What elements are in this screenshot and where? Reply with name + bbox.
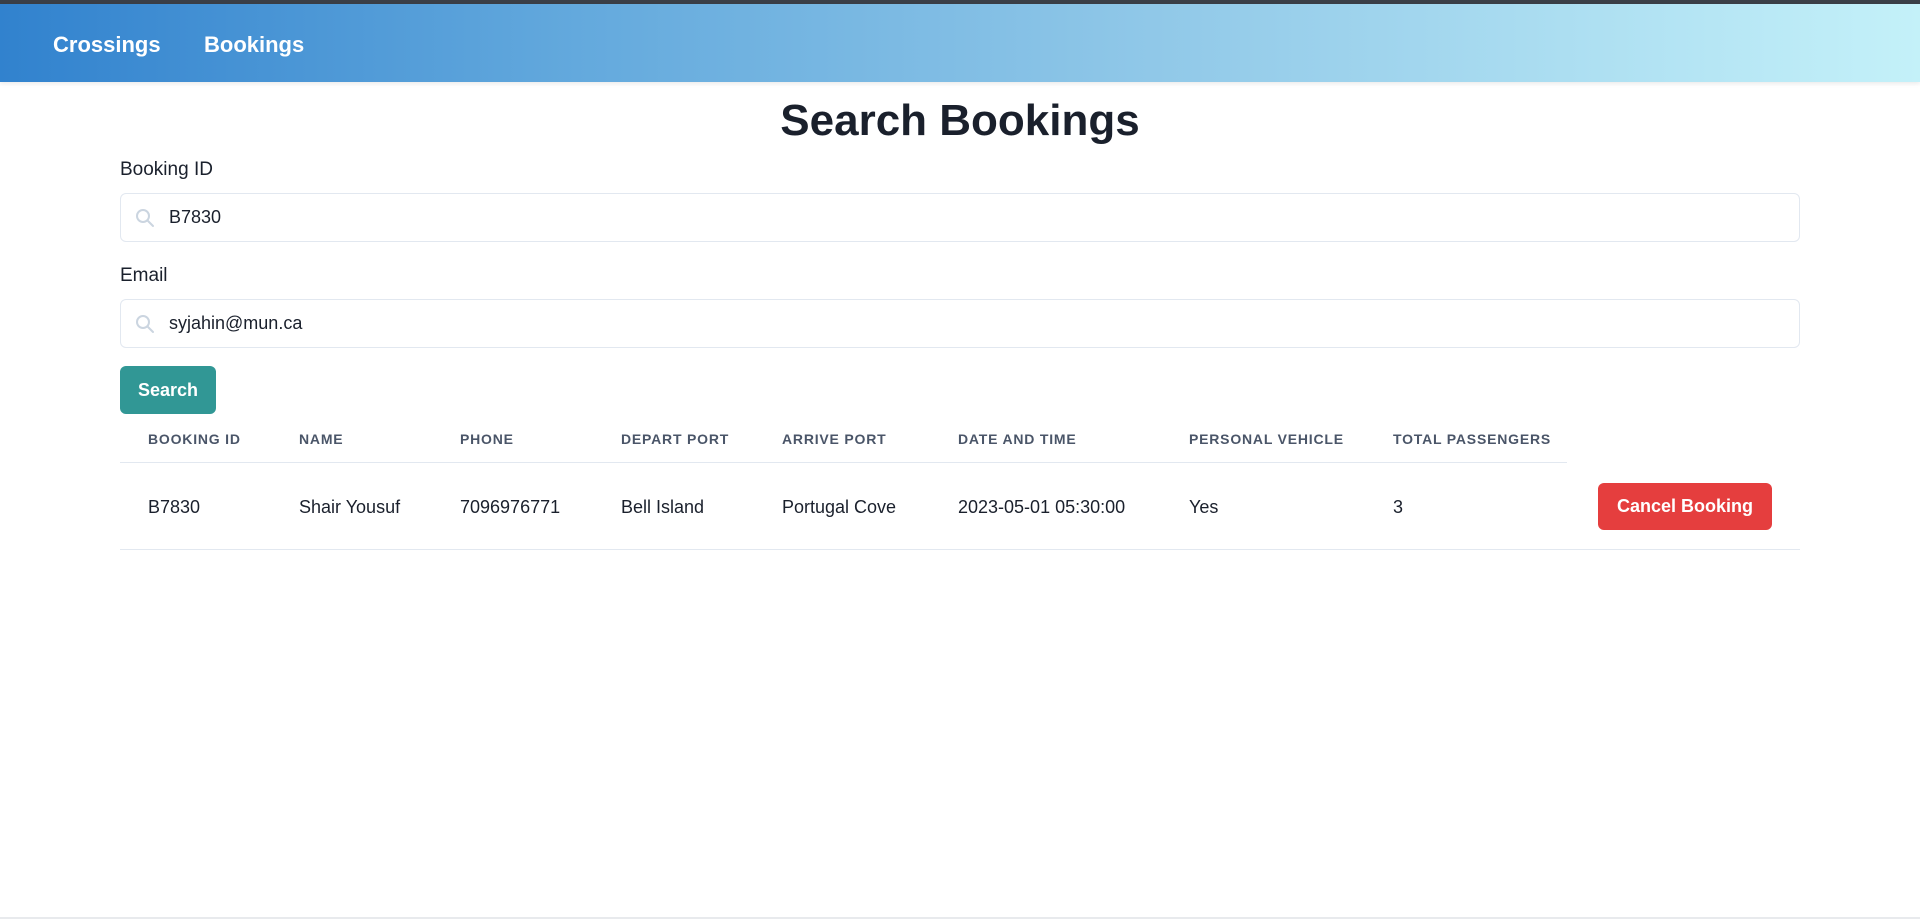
cell-name: Shair Yousuf bbox=[299, 497, 401, 517]
column-header-phone: Phone bbox=[460, 431, 514, 447]
cell-personal-vehicle: Yes bbox=[1189, 497, 1219, 517]
booking-id-field[interactable] bbox=[120, 193, 1800, 242]
page-title: Search Bookings bbox=[780, 96, 1140, 145]
search-icon bbox=[136, 209, 154, 227]
column-header-name: Name bbox=[299, 431, 344, 447]
cell-arrive-port: Portugal Cove bbox=[782, 497, 897, 517]
nav-link-crossings[interactable]: Crossings bbox=[53, 32, 161, 58]
booking-id-label: Booking ID bbox=[120, 159, 213, 180]
cancel-booking-button[interactable]: Cancel Booking bbox=[1598, 483, 1772, 530]
column-header-arrive-port: Arrive Port bbox=[782, 431, 887, 447]
column-header-booking-id: Booking ID bbox=[148, 431, 241, 447]
top-navbar: Crossings Bookings bbox=[0, 4, 1920, 82]
column-header-date-time: Date and Time bbox=[958, 431, 1077, 447]
search-button[interactable]: Search bbox=[120, 366, 216, 414]
column-header-total-passengers: Total Passengers bbox=[1393, 431, 1552, 447]
cell-total-passengers: 3 bbox=[1393, 497, 1404, 517]
nav-link-bookings[interactable]: Bookings bbox=[204, 32, 304, 58]
email-input[interactable] bbox=[169, 300, 1779, 347]
cell-booking-id: B7830 bbox=[148, 497, 201, 517]
search-icon bbox=[136, 315, 154, 333]
booking-id-input[interactable] bbox=[169, 194, 1779, 241]
column-header-personal-vehicle: Personal Vehicle bbox=[1189, 431, 1344, 447]
column-header-depart-port: Depart Port bbox=[621, 431, 730, 447]
cell-depart-port: Bell Island bbox=[621, 497, 705, 517]
cell-phone: 7096976771 bbox=[460, 497, 561, 517]
email-field[interactable] bbox=[120, 299, 1800, 348]
email-label: Email bbox=[120, 265, 168, 286]
cell-date-time: 2023-05-01 05:30:00 bbox=[958, 497, 1126, 517]
table-row: B7830 Shair Yousuf 7096976771 Bell Islan… bbox=[120, 463, 1800, 550]
table-header-row: Booking ID Name Phone Depart Port Arrive… bbox=[120, 421, 1567, 463]
